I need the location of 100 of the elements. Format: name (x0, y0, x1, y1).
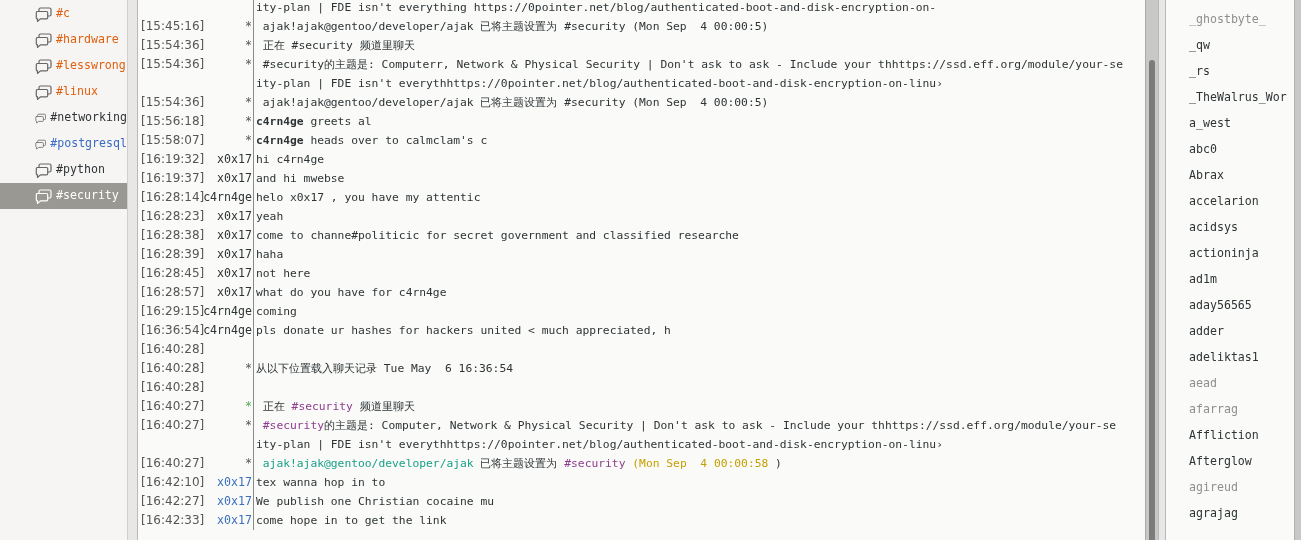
user-name[interactable]: Abrax (1189, 168, 1224, 182)
message-text: 从以下位置载入聊天记录 Tue May 6 16:36:54 (256, 362, 514, 375)
message-text: ajak!ajak@gentoo/developer/ajak 已将主题设置为 #security (Mon Sep 4 00:00:5) (261, 96, 769, 109)
channel-item[interactable]: #networking (0, 105, 127, 131)
user-name[interactable]: actioninja (1189, 246, 1259, 260)
nickname: c4rn4ge (203, 190, 252, 204)
user-name[interactable]: acidsys (1189, 220, 1238, 234)
message-text: tex wanna hop in to (256, 476, 386, 489)
timestamp: [15:45:16] (141, 19, 205, 33)
nickname: c4rn4ge (203, 304, 252, 318)
timestamp: [16:40:28] (141, 380, 205, 394)
timestamp: [16:19:32] (141, 152, 205, 166)
user-name[interactable]: ad1m (1189, 272, 1217, 286)
nickname: x0x17 (217, 494, 252, 508)
user-name[interactable]: adeliktas1 (1189, 350, 1259, 364)
user-name[interactable]: _TheWalrus_Wor (1189, 90, 1287, 104)
timestamp: [16:36:54] (141, 323, 205, 337)
message-text: not here (256, 267, 311, 280)
timestamp: [16:19:37] (141, 171, 205, 185)
channel-item[interactable]: #postgresql (0, 131, 127, 157)
message-text: ajak!ajak@gentoo/developer/ajak 已将主题设置为 #security (Mon Sep 4 00:00:5) (261, 20, 769, 33)
channel-item[interactable]: #python (0, 157, 127, 183)
nickname: x0x17 (217, 513, 252, 527)
message-text: c4rn4ge greets al (256, 115, 372, 128)
timestamp: [16:28:14] (141, 190, 205, 204)
chat-bubble-icon (35, 32, 52, 48)
event-marker-text: * (245, 133, 252, 147)
timestamp: [16:28:45] (141, 266, 205, 280)
message-text: come hope in to get the link (256, 514, 447, 527)
scrollbar[interactable] (1145, 0, 1158, 540)
message-text: #security的主题是: Computerr, Network & Physical Security | Don't ask to ask - Include your thhttps://ssd.eff.org/module/your-se (261, 58, 1123, 71)
timestamp: [16:40:28] (141, 342, 205, 356)
timestamp: [15:54:36] (141, 95, 205, 109)
message-text: helo x0x17 , you have my attentic (256, 191, 481, 204)
timestamp: [16:42:33] (141, 513, 205, 527)
event-marker-text: * (245, 19, 252, 33)
chat-bubble-icon (35, 84, 52, 100)
user-name[interactable]: aday56565 (1189, 298, 1252, 312)
event-marker-text: * (245, 361, 252, 375)
splitter-handle[interactable] (1158, 0, 1166, 540)
timestamp: [15:56:18] (141, 114, 205, 128)
event-marker-text: * (245, 114, 252, 128)
user-name[interactable]: adder (1189, 324, 1224, 338)
nickname: x0x17 (217, 266, 252, 280)
message-text: 正在 #security 频道里聊天 (261, 400, 415, 413)
message-text: ity-plan | FDE isn't everythhttps://0pointer.net/blog/authenticated-boot-and-disk-encryption-on-linu› (256, 77, 943, 90)
nickname: x0x17 (217, 152, 252, 166)
message-text: yeah (256, 210, 284, 223)
message-text: pls donate ur hashes for hackers united < much appreciated, h (256, 324, 671, 337)
message-text: We publish one Christian cocaine mu (256, 495, 495, 508)
timestamp: [15:54:36] (141, 38, 205, 52)
scrollbar[interactable] (1294, 0, 1301, 540)
message-text: ity-plan | FDE isn't everything https://0pointer.net/blog/authenticated-boot-and-disk-encryption-on- (256, 1, 937, 14)
user-name[interactable]: a_west (1189, 116, 1231, 130)
user-name[interactable]: Affliction (1189, 428, 1259, 442)
message-text: haha (256, 248, 284, 261)
timestamp: [16:28:57] (141, 285, 205, 299)
timestamp: [16:28:38] (141, 228, 205, 242)
chat-bubble-icon (35, 58, 52, 74)
user-name[interactable]: abc0 (1189, 142, 1217, 156)
message-text: ity-plan | FDE isn't everythhttps://0pointer.net/blog/authenticated-boot-and-disk-encryption-on-linu› (256, 438, 943, 451)
user-name[interactable]: _rs (1189, 64, 1210, 78)
timestamp: [16:42:10] (141, 475, 205, 489)
message-text: c4rn4ge heads over to calmclam's c (256, 134, 488, 147)
event-marker-text: * (245, 399, 252, 413)
nickname: x0x17 (217, 475, 252, 489)
chat-bubble-icon (35, 162, 52, 178)
timestamp: [15:54:36] (141, 57, 205, 71)
chat-bubble-icon (35, 6, 52, 22)
event-marker-text: * (245, 418, 252, 432)
timestamp: [16:40:28] (141, 361, 205, 375)
timestamp: [16:40:27] (141, 456, 205, 470)
message-text: coming (256, 305, 297, 318)
message-text: ajak!ajak@gentoo/developer/ajak 已将主题设置为 #security (Mon Sep 4 00:00:58 ) (261, 457, 782, 470)
chat-bubble-icon (35, 188, 52, 204)
splitter-handle[interactable] (128, 0, 138, 540)
user-name[interactable]: Afterglow (1189, 454, 1252, 468)
user-name[interactable]: accelarion (1189, 194, 1259, 208)
nickname: x0x17 (217, 209, 252, 223)
timestamp: [16:42:27] (141, 494, 205, 508)
timestamp: [16:28:23] (141, 209, 205, 223)
user-name[interactable]: _qw (1189, 38, 1210, 52)
event-marker-text: * (245, 456, 252, 470)
message-text: what do you have for c4rn4ge (256, 286, 447, 299)
timestamp: [15:58:07] (141, 133, 205, 147)
nickname: c4rn4ge (203, 323, 252, 337)
message-text: hi c4rn4ge (256, 153, 324, 166)
nickname: x0x17 (217, 228, 252, 242)
message-text: 正在 #security 频道里聊天 (261, 39, 415, 52)
nickname: x0x17 (217, 247, 252, 261)
message-text: and hi mwebse (256, 172, 345, 185)
user-name[interactable]: agrajag (1189, 506, 1238, 520)
event-marker-text: * (245, 95, 252, 109)
timestamp: [16:28:39] (141, 247, 205, 261)
timestamp: [16:29:15] (141, 304, 205, 318)
message-text: come to channe#politicic for secret government and classified researche (256, 229, 739, 242)
event-marker-text: * (245, 57, 252, 71)
timestamp: [16:40:27] (141, 418, 205, 432)
message-text: #security的主题是: Computer, Network & Physical Security | Don't ask to ask - Include your thhttps://ssd.eff.org/module/your-se (261, 419, 1117, 432)
nickname: x0x17 (217, 285, 252, 299)
